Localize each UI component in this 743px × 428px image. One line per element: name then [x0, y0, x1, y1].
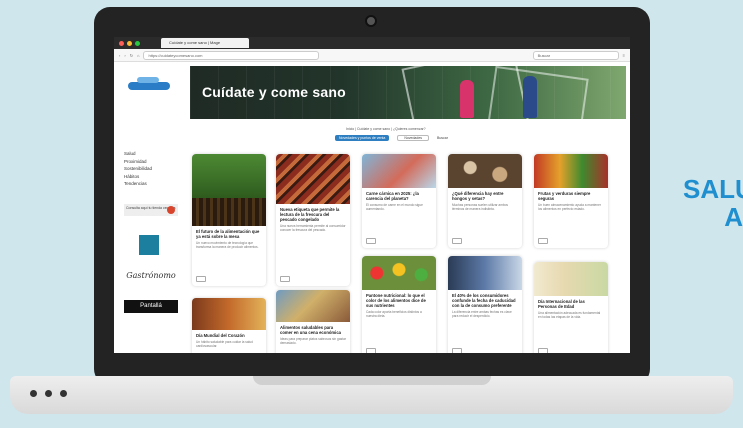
laptop-lid: Cuídate y come sano | Mage ‹ › ↻ ⌂ https… [94, 7, 650, 385]
card-description: Un hábito saludable para cuidar la salud… [196, 340, 253, 348]
article-card[interactable]: Alimentos saludables para comer en una c… [276, 290, 350, 353]
site-logo[interactable] [127, 75, 171, 95]
card-title: Nueva etiqueta que permite la lectura de… [280, 207, 340, 222]
card-more-button[interactable] [538, 348, 548, 353]
browser-search-placeholder: Buscar [537, 52, 551, 58]
card-description: Un nuevo movimiento de tecnología que tr… [196, 241, 259, 249]
article-card[interactable]: Carne cárnica en 2025: ¿la carencia del … [362, 154, 436, 248]
maximize-window-icon[interactable] [135, 40, 140, 46]
card-image [276, 290, 350, 322]
card-image [276, 154, 350, 204]
card-title: Día Mundial del Corazón [196, 333, 245, 338]
card-image [448, 154, 522, 188]
person-figure [523, 76, 537, 118]
background-text-line-1: SALU [683, 175, 743, 204]
sidebar-item-habitos[interactable]: Hábitos [124, 173, 152, 181]
card-title: El futuro de la alimentación que ya está… [196, 229, 260, 239]
web-page: Salud Proximidad Sostenibilidad Hábitos … [114, 62, 630, 353]
laptop-base [10, 376, 733, 414]
store-locator-banner[interactable]: Consulta aquí tu tienda cercana [124, 204, 178, 216]
background-side-text: SALU A [683, 175, 743, 231]
card-more-button[interactable] [538, 238, 548, 244]
url-text: https://cuidateycomesano.com [148, 52, 203, 58]
laptop-screen: Cuídate y come sano | Mage ‹ › ↻ ⌂ https… [114, 37, 630, 353]
card-more-button[interactable] [366, 238, 376, 244]
hero-banner: Cuídate y come sano [190, 66, 626, 119]
card-title: Carne cárnica en 2025: ¿la carencia del … [366, 191, 419, 201]
card-description: Cada color aporta beneficios distintos a… [366, 310, 422, 318]
card-title: El 40% de los consumidores confunde la f… [452, 293, 516, 308]
card-image [362, 256, 436, 290]
card-image [362, 154, 436, 188]
article-card[interactable]: Pantone nutricional: lo que el color de … [362, 256, 436, 353]
minimize-window-icon[interactable] [127, 40, 132, 46]
card-more-button[interactable] [196, 276, 206, 282]
site-sidebar: Salud Proximidad Sostenibilidad Hábitos … [114, 62, 182, 353]
status-lights [30, 390, 67, 397]
article-card[interactable]: ¿Qué diferencia hay entre hongos y setas… [448, 154, 522, 248]
back-icon[interactable]: ‹ [119, 53, 120, 58]
card-more-button[interactable] [366, 348, 376, 353]
card-image-soil [192, 198, 266, 226]
card-image [192, 154, 266, 198]
forward-icon[interactable]: › [124, 53, 125, 58]
home-icon[interactable]: ⌂ [137, 53, 139, 58]
article-card[interactable]: Día Internacional de las Personas de Eda… [534, 262, 608, 353]
sidebar-item-sostenibilidad[interactable]: Sostenibilidad [124, 165, 152, 173]
browser-toolbar: ‹ › ↻ ⌂ https://cuidateycomesano.com Bus… [114, 49, 630, 62]
card-description: Muchas personas suelen utilizar ambos té… [452, 203, 508, 211]
card-more-button[interactable] [280, 276, 290, 282]
card-image [534, 262, 608, 296]
card-description: Un buen almacenamiento ayuda a mantener … [538, 203, 601, 211]
gastronomo-banner[interactable]: Gastrónomo [126, 266, 176, 286]
sidebar-nav: Salud Proximidad Sostenibilidad Hábitos … [124, 150, 152, 188]
sort-select[interactable]: Novedades [397, 135, 430, 141]
sidebar-item-proximidad[interactable]: Proximidad [124, 158, 152, 166]
card-description: Ideas para preparar platos sabrosos sin … [280, 337, 346, 345]
card-description: El consumo de carne en el mundo sigue au… [366, 203, 423, 211]
tomato-icon [167, 206, 175, 214]
card-description: Una nueva herramienta permite al consumi… [280, 224, 346, 232]
partner-banner-blue[interactable] [139, 235, 159, 255]
card-image [192, 298, 266, 330]
hero-title: Cuídate y come sano [202, 84, 346, 100]
pantalla-banner[interactable]: Pantallá [124, 300, 178, 313]
sidebar-item-salud[interactable]: Salud [124, 150, 152, 158]
article-card[interactable]: El futuro de la alimentación que ya está… [192, 154, 266, 286]
article-card[interactable]: Nueva etiqueta que permite la lectura de… [276, 154, 350, 286]
menu-icon[interactable]: ≡ [623, 53, 625, 58]
filter-bar: Novedades y puntos de venta Novedades Bu… [335, 135, 448, 141]
browser-tab-bar: Cuídate y come sano | Mage [114, 37, 630, 49]
browser-tab[interactable]: Cuídate y come sano | Mage [161, 38, 249, 48]
article-card[interactable]: Día Mundial del Corazón Un hábito saluda… [192, 298, 266, 353]
filter-active-button[interactable]: Novedades y puntos de venta [335, 135, 390, 141]
breadcrumb: Inicio | Cuídate y come sano | ¿Quieres … [346, 127, 426, 131]
article-card[interactable]: Frutas y verduras siempre seguras Un bue… [534, 154, 608, 248]
browser-search-input[interactable]: Buscar [532, 50, 619, 60]
article-card[interactable]: El 40% de los consumidores confunde la f… [448, 256, 522, 353]
address-bar[interactable]: https://cuidateycomesano.com [143, 50, 320, 60]
card-title: ¿Qué diferencia hay entre hongos y setas… [452, 191, 504, 201]
browser-tab-title: Cuídate y come sano | Mage [169, 40, 221, 45]
card-more-button[interactable] [452, 348, 462, 353]
card-image [448, 256, 522, 290]
card-title: Pantone nutricional: lo que el color de … [366, 293, 426, 308]
card-title: Alimentos saludables para comer en una c… [280, 325, 341, 335]
card-title: Frutas y verduras siempre seguras [538, 191, 591, 201]
card-description: Una alimentación adecuada es fundamental… [538, 311, 601, 319]
laptop-notch [253, 376, 491, 385]
card-description: La diferencia entre ambas fechas es clav… [452, 310, 512, 318]
sidebar-item-tendencias[interactable]: Tendencias [124, 180, 152, 188]
reload-icon[interactable]: ↻ [130, 53, 133, 58]
card-title: Día Internacional de las Personas de Eda… [538, 299, 585, 309]
close-window-icon[interactable] [119, 40, 124, 46]
person-figure [460, 80, 474, 118]
card-image [534, 154, 608, 188]
background-text-line-2: A [724, 202, 743, 231]
webcam-icon [365, 15, 377, 27]
card-more-button[interactable] [452, 238, 462, 244]
filter-search-link[interactable]: Buscar [437, 136, 448, 140]
